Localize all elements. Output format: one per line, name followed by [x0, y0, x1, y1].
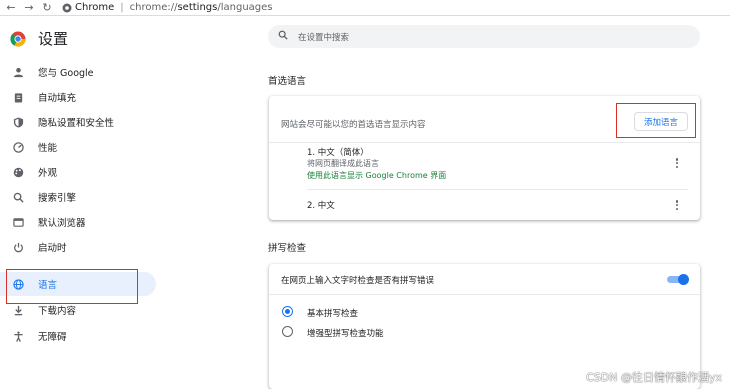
search-placeholder: 在设置中搜索	[298, 32, 350, 43]
url-field[interactable]: Chrome | chrome://settings/languages	[62, 2, 273, 13]
language-2-more-icon[interactable]	[672, 199, 682, 211]
settings-header: 设置	[10, 28, 68, 49]
search-icon	[12, 191, 24, 203]
palette-icon	[12, 166, 24, 178]
preferred-languages-description: 网站会尽可能以您的首选语言显示内容	[281, 120, 426, 130]
sidebar-item-label: 下载内容	[38, 306, 77, 317]
clipboard-icon	[12, 91, 24, 103]
sidebar-item-on-startup[interactable]: 启动时	[0, 235, 156, 259]
highlight-box-add-language	[616, 103, 696, 138]
language-1-name: 1. 中文（简体）	[307, 148, 369, 158]
sidebar-item-you-and-google[interactable]: 您与 Google	[0, 60, 156, 84]
language-2-name: 2. 中文	[307, 201, 335, 211]
search-icon	[278, 30, 288, 43]
page-title: 设置	[38, 30, 69, 48]
sidebar-item-label: 无障碍	[38, 332, 67, 343]
radio-enhanced-spellcheck-label: 增强型拼写检查功能	[307, 329, 384, 339]
spellcheck-toggle[interactable]	[667, 274, 689, 285]
chrome-logo-icon	[10, 31, 26, 47]
sidebar-item-privacy[interactable]: 隐私设置和安全性	[0, 110, 156, 134]
sidebar-item-label: 外观	[38, 168, 58, 179]
sidebar-item-label: 您与 Google	[38, 68, 94, 79]
sidebar-item-label: 启动时	[38, 243, 67, 254]
language-1-subtitle: 将网页翻译成此语言	[307, 159, 379, 168]
accessibility-icon	[12, 330, 24, 342]
settings-main: 在设置中搜索 首选语言 网站会尽可能以您的首选语言显示内容 添加语言 1. 中文…	[160, 17, 730, 389]
shield-icon	[12, 116, 24, 128]
url-prefix: chrome://	[129, 2, 178, 13]
back-icon[interactable]: ←	[4, 1, 18, 15]
radio-enhanced-spellcheck[interactable]	[282, 326, 293, 337]
language-1-more-icon[interactable]	[672, 157, 682, 169]
sidebar-item-default-browser[interactable]: 默认浏览器	[0, 210, 156, 234]
sidebar-item-label: 隐私设置和安全性	[38, 118, 115, 129]
sidebar-item-search-engine[interactable]: 搜索引擎	[0, 185, 156, 209]
url-path: settings	[177, 2, 218, 13]
person-icon	[12, 66, 24, 78]
radio-basic-spellcheck[interactable]	[282, 306, 293, 317]
reload-icon[interactable]: ↻	[40, 1, 54, 15]
watermark: CSDN @往日情怀酿作酒yx	[586, 371, 722, 384]
download-icon	[12, 304, 24, 316]
sidebar-item-label: 默认浏览器	[38, 218, 86, 229]
sidebar-item-appearance[interactable]: 外观	[0, 160, 156, 184]
site-name: Chrome	[75, 2, 115, 13]
chrome-site-icon[interactable]	[62, 3, 72, 13]
radio-basic-spellcheck-label: 基本拼写检查	[307, 309, 359, 319]
sidebar-item-label: 性能	[38, 143, 58, 154]
sidebar-item-autofill[interactable]: 自动填充	[0, 85, 156, 109]
power-icon	[12, 241, 24, 253]
spellcheck-toggle-label: 在网页上输入文字时检查是否有拼写错误	[281, 276, 435, 286]
speedometer-icon	[12, 141, 24, 153]
search-input[interactable]: 在设置中搜索	[268, 25, 700, 48]
browser-icon	[12, 216, 24, 228]
sidebar-item-label: 搜索引擎	[38, 193, 77, 204]
preferred-languages-title: 首选语言	[268, 76, 307, 87]
language-1-ui-link[interactable]: 使用此语言显示 Google Chrome 界面	[307, 170, 446, 181]
spellcheck-title: 拼写检查	[268, 243, 307, 254]
sidebar-item-performance[interactable]: 性能	[0, 135, 156, 159]
settings-sidebar: 设置 您与 Google 自动填充 隐私设置和安全性 性能 外观 搜索引擎 默认…	[0, 17, 160, 389]
sidebar-item-accessibility[interactable]: 无障碍	[0, 324, 156, 348]
sidebar-item-label: 自动填充	[38, 93, 77, 104]
address-bar: ← → ↻ Chrome | chrome://settings/languag…	[0, 0, 730, 16]
sidebar-item-downloads[interactable]: 下载内容	[0, 298, 156, 322]
forward-icon[interactable]: →	[22, 1, 36, 15]
url-suffix: /languages	[217, 2, 273, 13]
